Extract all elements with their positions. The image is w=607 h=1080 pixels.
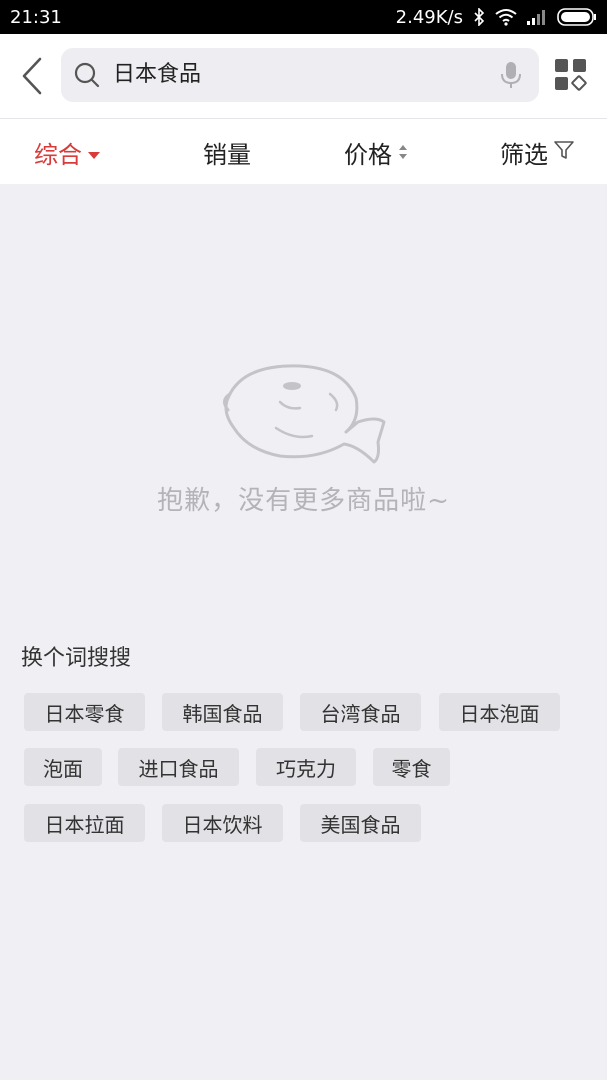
suggestion-chip[interactable]: 零食 <box>373 748 450 786</box>
search-icon <box>73 61 101 93</box>
status-bar: 21:31 2.49K/s <box>0 0 607 34</box>
battery-icon <box>557 8 597 26</box>
sort-arrows-icon <box>398 138 408 166</box>
search-input[interactable]: 日本食品 <box>61 48 539 102</box>
tab-comprehensive[interactable]: 综合 <box>34 119 100 185</box>
search-query: 日本食品 <box>113 62 202 87</box>
search-header: 日本食品 <box>0 34 607 118</box>
tab-label: 综合 <box>34 140 82 169</box>
suggestion-chip[interactable]: 进口食品 <box>118 748 239 786</box>
filter-funnel-icon <box>554 138 574 166</box>
sort-filter-bar: 综合 销量 价格 筛选 <box>0 118 607 184</box>
suggestion-chip[interactable]: 巧克力 <box>256 748 356 786</box>
tab-label: 筛选 <box>500 140 548 169</box>
suggestion-chip[interactable]: 日本泡面 <box>439 693 560 731</box>
suggestion-chip[interactable]: 泡面 <box>24 748 102 786</box>
status-icons: 2.49K/s <box>396 7 597 28</box>
tab-label: 销量 <box>203 140 251 169</box>
suggestion-chip[interactable]: 台湾食品 <box>300 693 421 731</box>
tab-label: 价格 <box>344 140 392 169</box>
suggestion-chip[interactable]: 韩国食品 <box>162 693 283 731</box>
suggestions-title: 换个词搜搜 <box>21 646 132 671</box>
tab-filter[interactable]: 筛选 <box>500 119 574 185</box>
bluetooth-icon <box>473 8 485 26</box>
triangle-down-icon <box>88 138 100 166</box>
suggestion-chip[interactable]: 美国食品 <box>300 804 421 842</box>
suggestion-chip[interactable]: 日本饮料 <box>162 804 283 842</box>
empty-state-message: 抱歉，没有更多商品啦~ <box>157 486 450 516</box>
fish-outline-icon <box>218 358 388 470</box>
grid-menu-icon[interactable] <box>554 58 588 92</box>
suggestion-chip[interactable]: 日本拉面 <box>24 804 145 842</box>
network-speed: 2.49K/s <box>395 6 463 28</box>
tab-sales[interactable]: 销量 <box>203 119 251 185</box>
wifi-icon <box>495 8 517 26</box>
tab-price[interactable]: 价格 <box>344 119 408 185</box>
microphone-icon[interactable] <box>499 61 523 93</box>
status-time: 21:31 <box>10 6 62 28</box>
signal-icon <box>527 9 547 25</box>
suggestion-chip[interactable]: 日本零食 <box>24 693 145 731</box>
back-arrow-icon[interactable] <box>14 56 50 96</box>
